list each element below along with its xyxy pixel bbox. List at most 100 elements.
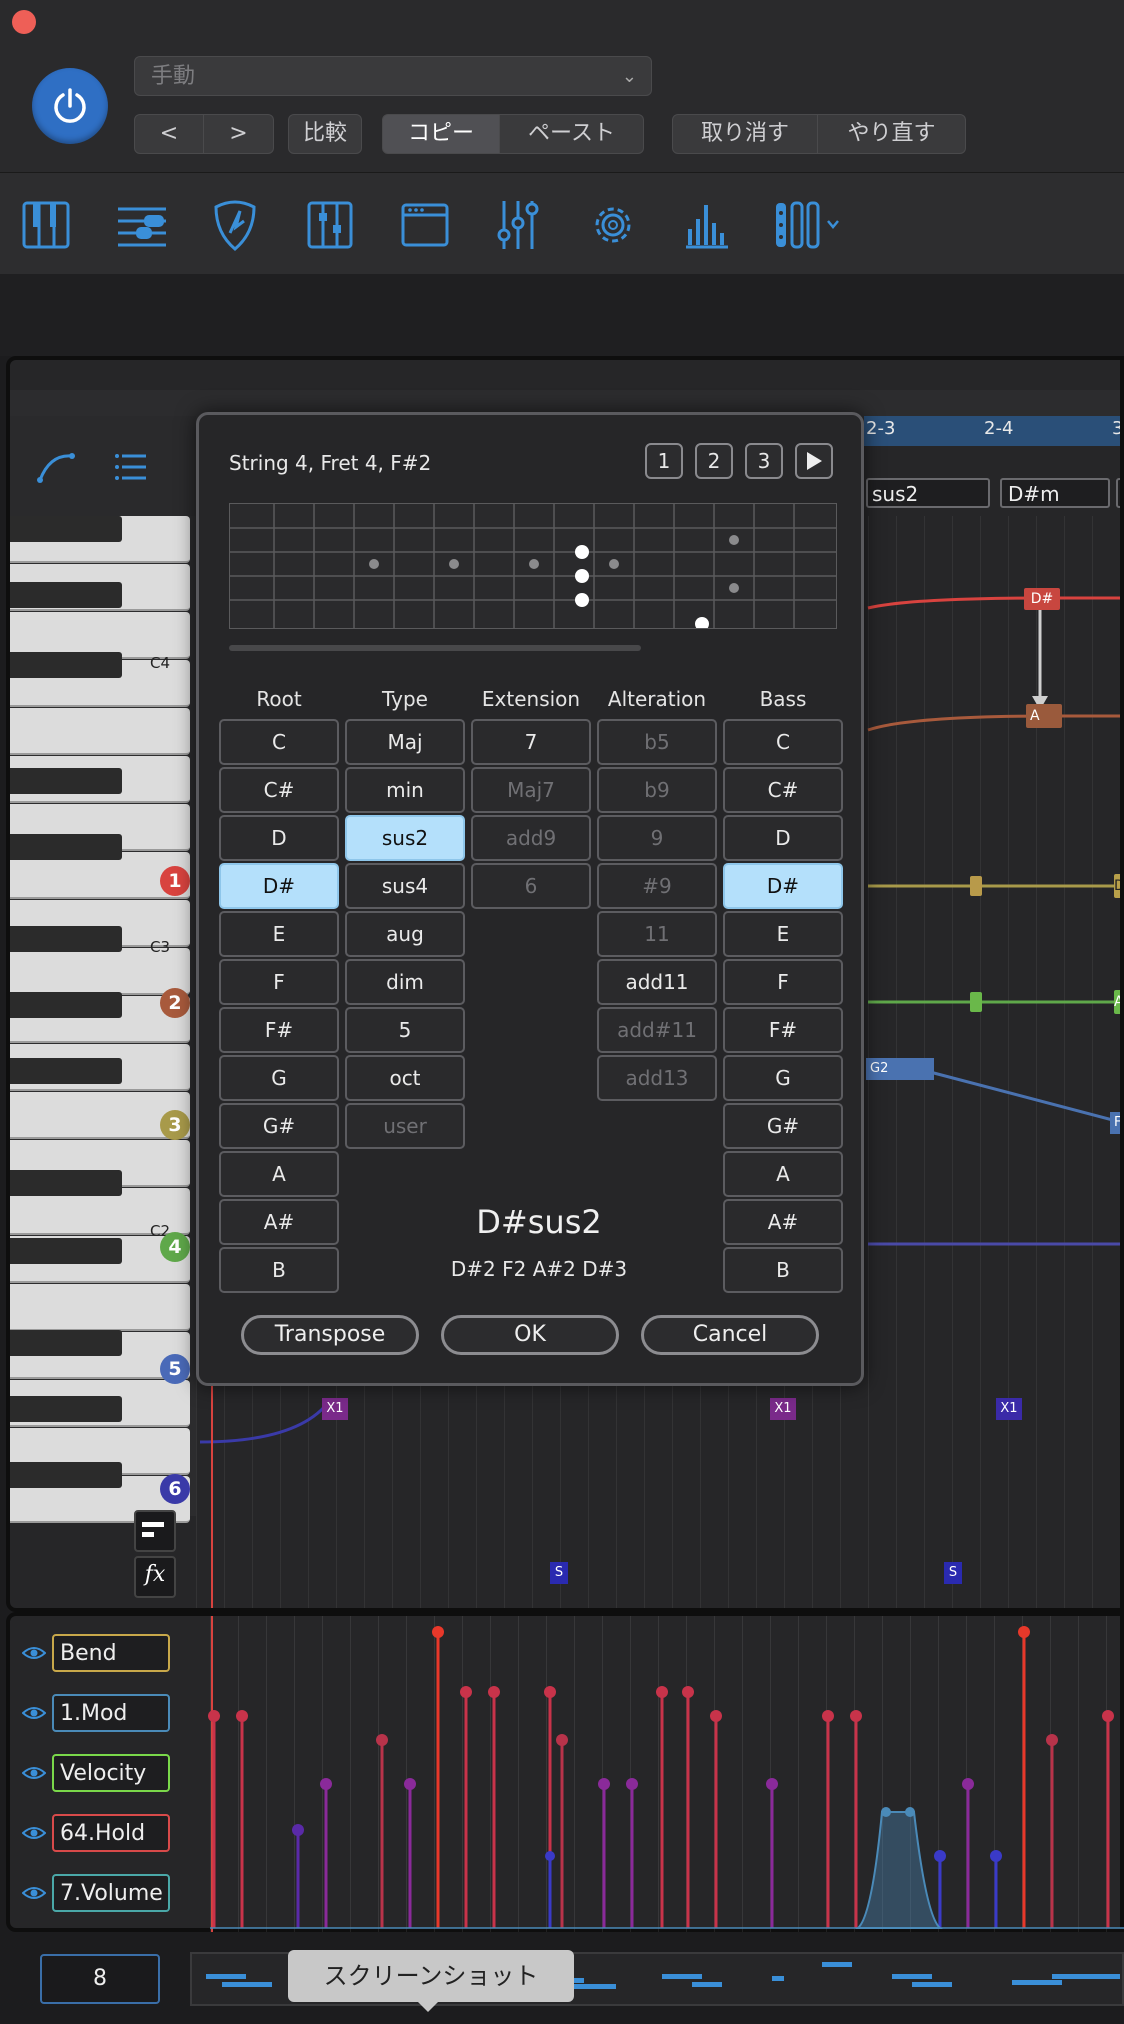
track-number-field[interactable]: 8	[40, 1954, 160, 2004]
bass-option[interactable]: D#	[723, 863, 843, 909]
bass-option[interactable]: F	[723, 959, 843, 1005]
copy-button[interactable]: コピー	[382, 114, 500, 154]
piano-icon[interactable]	[22, 197, 78, 253]
white-key[interactable]	[10, 708, 190, 755]
black-key[interactable]	[10, 582, 122, 608]
extension-option[interactable]: 7	[471, 719, 591, 765]
eye-icon[interactable]	[22, 1765, 46, 1781]
technique-marker[interactable]: X1	[770, 1398, 796, 1420]
bass-option[interactable]: A#	[723, 1199, 843, 1245]
bass-option[interactable]: A	[723, 1151, 843, 1197]
type-option[interactable]: Maj	[345, 719, 465, 765]
close-window-button[interactable]	[12, 10, 36, 34]
undo-button[interactable]: 取り消す	[672, 114, 818, 154]
prev-preset-button[interactable]: <	[134, 114, 204, 154]
type-option[interactable]: sus4	[345, 863, 465, 909]
type-option[interactable]: sus2	[345, 815, 465, 861]
bass-option[interactable]: C#	[723, 767, 843, 813]
bars-icon[interactable]	[682, 197, 738, 253]
alteration-option[interactable]: b9	[597, 767, 717, 813]
grid-edit-icon[interactable]	[306, 197, 362, 253]
note-handle[interactable]	[970, 992, 982, 1012]
string-number[interactable]: 4	[160, 1232, 190, 1262]
controller-label[interactable]: 64.Hold	[52, 1814, 170, 1852]
slide-marker[interactable]: S	[550, 1562, 568, 1584]
alteration-option[interactable]: add13	[597, 1055, 717, 1101]
technique-marker[interactable]: X1	[996, 1398, 1022, 1420]
root-option[interactable]: B	[219, 1247, 339, 1293]
black-key[interactable]	[10, 516, 122, 542]
lane-toggle-button[interactable]	[134, 1510, 176, 1552]
black-key[interactable]	[10, 1058, 122, 1084]
note-block[interactable]: A	[1114, 990, 1120, 1014]
strip-icon[interactable]	[774, 197, 854, 253]
black-key[interactable]	[10, 768, 122, 794]
note-block[interactable]: F	[1110, 1112, 1120, 1134]
technique-marker[interactable]: X1	[322, 1398, 348, 1420]
gear-icon[interactable]	[588, 197, 644, 253]
bass-option[interactable]: E	[723, 911, 843, 957]
black-key[interactable]	[10, 992, 122, 1018]
ok-button[interactable]: OK	[441, 1315, 619, 1355]
controller-label[interactable]: Bend	[52, 1634, 170, 1672]
controller-label[interactable]: 7.Volume	[52, 1874, 170, 1912]
root-option[interactable]: F	[219, 959, 339, 1005]
root-option[interactable]: D	[219, 815, 339, 861]
mixer-icon[interactable]	[494, 197, 550, 253]
compare-button[interactable]: 比較	[288, 114, 362, 154]
alteration-option[interactable]: add11	[597, 959, 717, 1005]
paste-button[interactable]: ペースト	[500, 114, 644, 154]
bass-option[interactable]: C	[723, 719, 843, 765]
string-number[interactable]: 5	[160, 1354, 190, 1384]
eye-icon[interactable]	[22, 1645, 46, 1661]
type-option[interactable]: 5	[345, 1007, 465, 1053]
bass-option[interactable]: B	[723, 1247, 843, 1293]
note-block[interactable]: D	[1114, 874, 1120, 898]
type-option[interactable]: aug	[345, 911, 465, 957]
alteration-option[interactable]: b5	[597, 719, 717, 765]
note-handle[interactable]	[970, 876, 982, 896]
fretboard-diagram[interactable]	[229, 503, 837, 629]
alteration-option[interactable]: #9	[597, 863, 717, 909]
alteration-option[interactable]: 9	[597, 815, 717, 861]
note-block[interactable]: D#	[1024, 588, 1060, 610]
guitar-pick-icon[interactable]	[210, 197, 266, 253]
note-block[interactable]: G2	[866, 1058, 934, 1080]
bass-option[interactable]: F#	[723, 1007, 843, 1053]
black-key[interactable]	[10, 1170, 122, 1196]
white-key[interactable]	[10, 1284, 190, 1331]
root-option[interactable]: C#	[219, 767, 339, 813]
eye-icon[interactable]	[22, 1825, 46, 1841]
black-key[interactable]	[10, 652, 122, 678]
piano-keyboard[interactable]: C4 C3 C2 1 2 3 4 5 6	[10, 516, 196, 1523]
root-option[interactable]: D#	[219, 863, 339, 909]
string-number[interactable]: 6	[160, 1474, 190, 1504]
root-option[interactable]: G	[219, 1055, 339, 1101]
black-key[interactable]	[10, 834, 122, 860]
eye-icon[interactable]	[22, 1885, 46, 1901]
note-block[interactable]: A	[1026, 704, 1062, 728]
page-1-button[interactable]: 1	[645, 443, 683, 479]
string-number[interactable]: 1	[160, 866, 190, 896]
black-key[interactable]	[10, 1238, 122, 1264]
extension-option[interactable]: 6	[471, 863, 591, 909]
controller-label[interactable]: Velocity	[52, 1754, 170, 1792]
redo-button[interactable]: やり直す	[818, 114, 966, 154]
type-option[interactable]: dim	[345, 959, 465, 1005]
root-option[interactable]: F#	[219, 1007, 339, 1053]
sliders-icon[interactable]	[116, 197, 172, 253]
transpose-button[interactable]: Transpose	[241, 1315, 419, 1355]
power-button[interactable]	[32, 68, 108, 144]
bass-option[interactable]: D	[723, 815, 843, 861]
black-key[interactable]	[10, 926, 122, 952]
root-option[interactable]: E	[219, 911, 339, 957]
next-preset-button[interactable]: >	[204, 114, 274, 154]
black-key[interactable]	[10, 1396, 122, 1422]
cancel-button[interactable]: Cancel	[641, 1315, 819, 1355]
type-option[interactable]: oct	[345, 1055, 465, 1101]
root-option[interactable]: A#	[219, 1199, 339, 1245]
root-option[interactable]: C	[219, 719, 339, 765]
slide-marker[interactable]: S	[944, 1562, 962, 1584]
alteration-option[interactable]: 11	[597, 911, 717, 957]
string-number[interactable]: 2	[160, 988, 190, 1018]
